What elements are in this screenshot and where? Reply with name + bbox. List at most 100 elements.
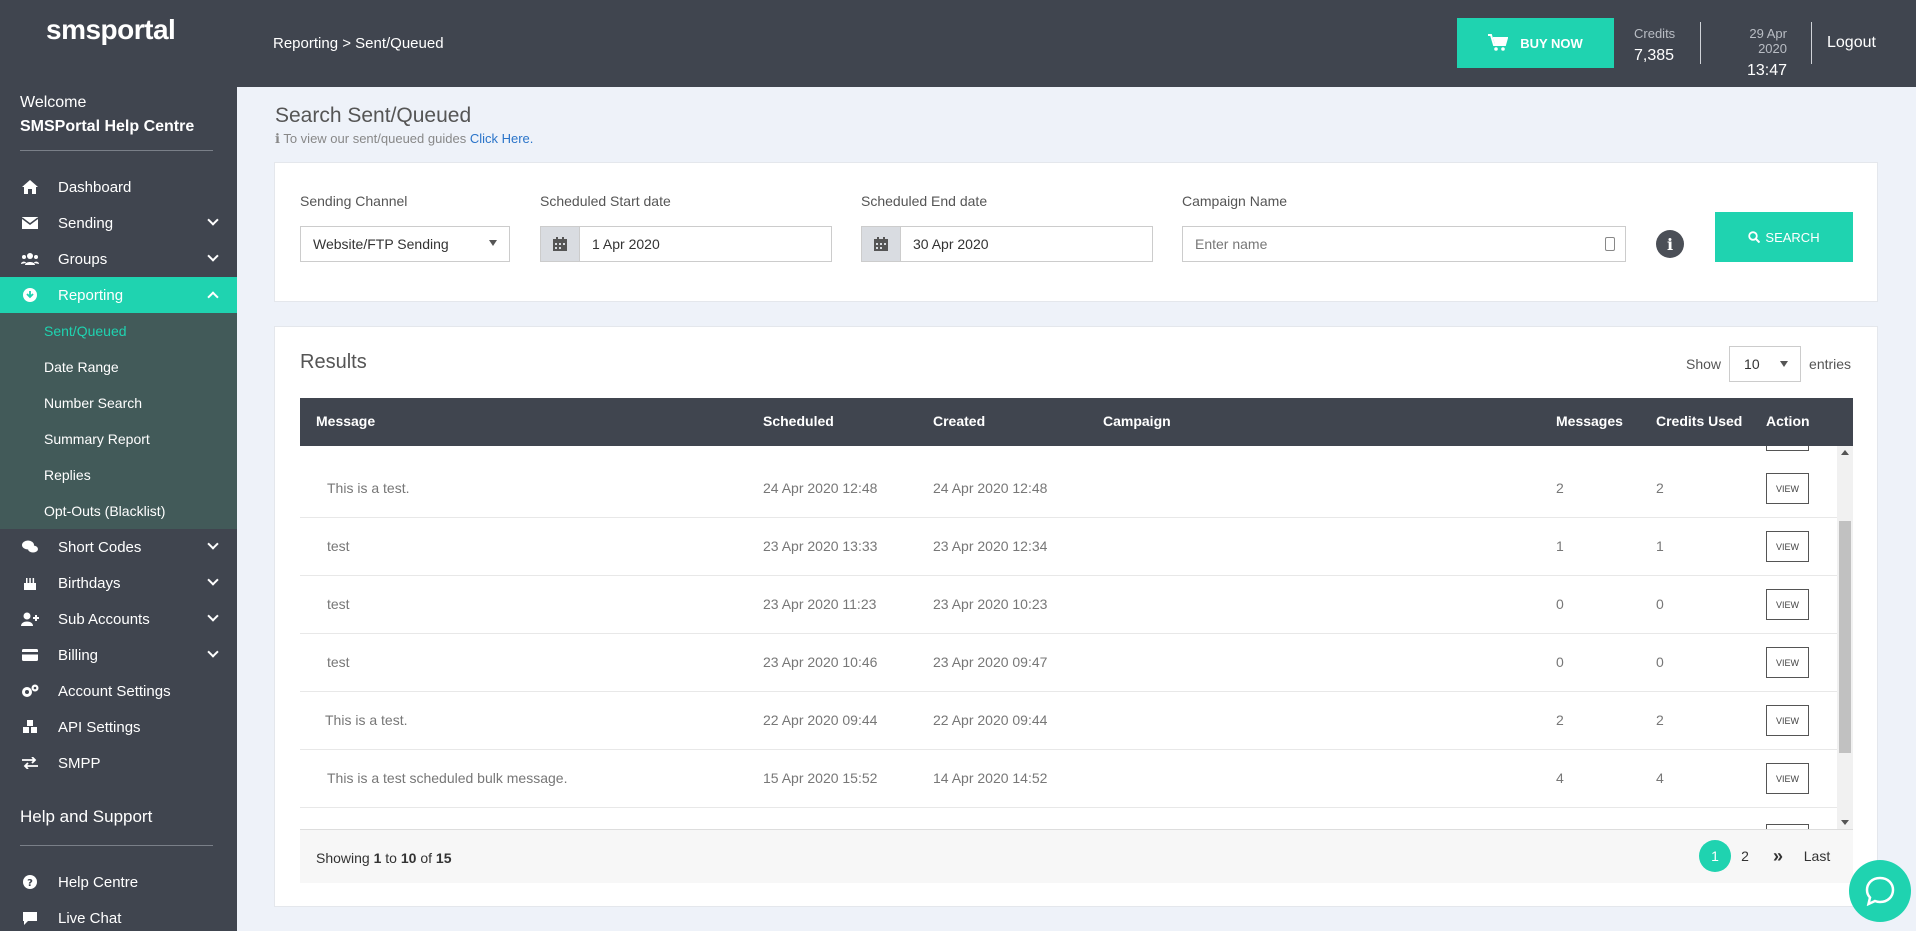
- view-button[interactable]: VIEW: [1766, 531, 1809, 562]
- column-header-messages[interactable]: Messages: [1556, 413, 1623, 429]
- pagination-page-2[interactable]: 2: [1735, 840, 1755, 872]
- page-title: Search Sent/Queued: [275, 104, 472, 127]
- sidebar-item-billing[interactable]: Billing: [0, 637, 237, 673]
- current-date: 29 Apr 2020: [1749, 26, 1787, 56]
- chevron-down-icon: [207, 214, 219, 226]
- logout-link[interactable]: Logout: [1827, 34, 1876, 52]
- guide-link[interactable]: Click Here.: [470, 131, 534, 146]
- reporting-icon: [18, 287, 42, 303]
- sidebar-item-birthdays[interactable]: Birthdays: [0, 565, 237, 601]
- help-heading: Help and Support: [20, 807, 153, 826]
- results-title: Results: [300, 351, 367, 373]
- cell-message: This is a test.: [325, 712, 408, 728]
- sidebar-item-label: API Settings: [58, 718, 141, 736]
- submenu-item-date-range[interactable]: Date Range: [0, 349, 237, 385]
- campaign-name-input[interactable]: Enter name: [1182, 226, 1626, 262]
- sidebar-item-smpp[interactable]: SMPP: [0, 745, 237, 781]
- sidebar-item-label: SMPP: [58, 754, 101, 772]
- cake-icon: [18, 575, 42, 591]
- chevron-down-icon: [207, 610, 219, 622]
- submenu-item-sent-queued[interactable]: Sent/Queued: [0, 313, 237, 349]
- sidebar-item-label: Groups: [58, 250, 108, 268]
- submenu-item-number-search[interactable]: Number Search: [0, 385, 237, 421]
- pagination-page-1[interactable]: 1: [1699, 840, 1731, 872]
- column-header-created[interactable]: Created: [933, 413, 985, 429]
- pagination-next-icon[interactable]: »: [1766, 840, 1790, 872]
- showing-of-word: of: [420, 850, 433, 866]
- cell-created: 22 Apr 2020 09:44: [933, 712, 1048, 728]
- view-button[interactable]: VIEW: [1766, 763, 1809, 794]
- cell-messages: 2: [1556, 480, 1564, 496]
- cell-created: 23 Apr 2020 09:47: [933, 654, 1048, 670]
- cell-credits: 2: [1656, 480, 1664, 496]
- scroll-up-icon[interactable]: [1841, 450, 1849, 455]
- cell-created: 14 Apr 2020 14:52: [933, 770, 1048, 786]
- sidebar-item-short-codes[interactable]: Short Codes: [0, 529, 237, 565]
- column-header-message[interactable]: Message: [316, 413, 375, 429]
- topbar: Reporting > Sent/Queued BUY NOW Credits …: [237, 0, 1916, 87]
- table-body[interactable]: This is a test. 24 Apr 2020 12:48 24 Apr…: [300, 446, 1853, 829]
- sidebar-item-label: Account Settings: [58, 682, 171, 700]
- calendar-icon[interactable]: [862, 227, 901, 261]
- info-icon[interactable]: i: [1656, 230, 1684, 258]
- sidebar-item-sub-accounts[interactable]: Sub Accounts: [0, 601, 237, 637]
- view-button-partial[interactable]: [1766, 446, 1809, 451]
- chat-icon: [18, 910, 42, 926]
- sending-channel-select[interactable]: Website/FTP Sending: [300, 226, 510, 262]
- cell-message: This is a test scheduled bulk message.: [327, 770, 568, 786]
- submenu-item-replies[interactable]: Replies: [0, 457, 237, 493]
- column-header-credits-used[interactable]: Credits Used: [1656, 413, 1742, 429]
- svg-text:?: ?: [27, 878, 33, 889]
- campaign-label: Campaign Name: [1182, 193, 1288, 209]
- submenu-item-summary-report[interactable]: Summary Report: [0, 421, 237, 457]
- view-button[interactable]: VIEW: [1766, 589, 1809, 620]
- logo[interactable]: smsportal: [0, 0, 237, 60]
- page-size-select[interactable]: 10: [1729, 346, 1802, 382]
- search-button[interactable]: SEARCH: [1715, 212, 1853, 262]
- pagination-last[interactable]: Last: [1800, 840, 1834, 872]
- view-button[interactable]: VIEW: [1766, 647, 1809, 678]
- results-panel: Results Show 10 entries Message Schedule…: [274, 326, 1878, 907]
- autofill-icon[interactable]: [1605, 237, 1615, 251]
- end-date-field[interactable]: 30 Apr 2020: [861, 226, 1153, 262]
- column-header-campaign[interactable]: Campaign: [1103, 413, 1171, 429]
- sidebar-item-account-settings[interactable]: Account Settings: [0, 673, 237, 709]
- showing-to: 10: [400, 850, 417, 866]
- start-date-field[interactable]: 1 Apr 2020: [540, 226, 832, 262]
- showing-prefix: Showing: [316, 850, 370, 866]
- dropdown-arrow-icon: [489, 240, 497, 246]
- exchange-icon: [18, 755, 42, 771]
- org-name: SMSPortal Help Centre: [20, 118, 195, 135]
- divider: [1700, 22, 1701, 64]
- scroll-down-icon[interactable]: [1841, 820, 1849, 825]
- divider: [1811, 22, 1812, 64]
- sidebar-item-reporting[interactable]: Reporting: [0, 277, 237, 313]
- calendar-icon[interactable]: [541, 227, 580, 261]
- cell-scheduled: 23 Apr 2020 10:46: [763, 654, 878, 670]
- view-button[interactable]: VIEW: [1766, 705, 1809, 736]
- view-button[interactable]: VIEW: [1766, 473, 1809, 504]
- table-scrollbar[interactable]: [1837, 446, 1853, 829]
- guide-label: To view our sent/queued guides: [283, 131, 467, 146]
- cart-icon: [1488, 34, 1509, 51]
- sidebar-item-api-settings[interactable]: API Settings: [0, 709, 237, 745]
- sidebar-item-dashboard[interactable]: Dashboard: [0, 169, 237, 205]
- scrollbar-thumb[interactable]: [1839, 521, 1851, 753]
- live-chat-launcher[interactable]: [1849, 860, 1911, 922]
- submenu-item-opt-outs[interactable]: Opt-Outs (Blacklist): [0, 493, 237, 529]
- showing-info: Showing 1 to 10 of 15: [316, 850, 451, 866]
- end-date-label: Scheduled End date: [861, 193, 988, 209]
- sidebar-item-help-centre[interactable]: ? Help Centre: [0, 864, 237, 900]
- divider: [20, 845, 213, 846]
- sidebar-item-sending[interactable]: Sending: [0, 205, 237, 241]
- sidebar-item-label: Birthdays: [58, 574, 121, 592]
- help-nav: ? Help Centre Live Chat: [0, 864, 237, 931]
- start-date-label: Scheduled Start date: [540, 193, 671, 209]
- cell-message: This is a test.: [327, 480, 410, 496]
- cell-scheduled: 22 Apr 2020 09:44: [763, 712, 878, 728]
- column-header-scheduled[interactable]: Scheduled: [763, 413, 834, 429]
- buy-now-button[interactable]: BUY NOW: [1457, 18, 1614, 68]
- sidebar-item-groups[interactable]: Groups: [0, 241, 237, 277]
- buy-now-label: BUY NOW: [1520, 35, 1583, 51]
- sidebar-item-live-chat[interactable]: Live Chat: [0, 900, 237, 931]
